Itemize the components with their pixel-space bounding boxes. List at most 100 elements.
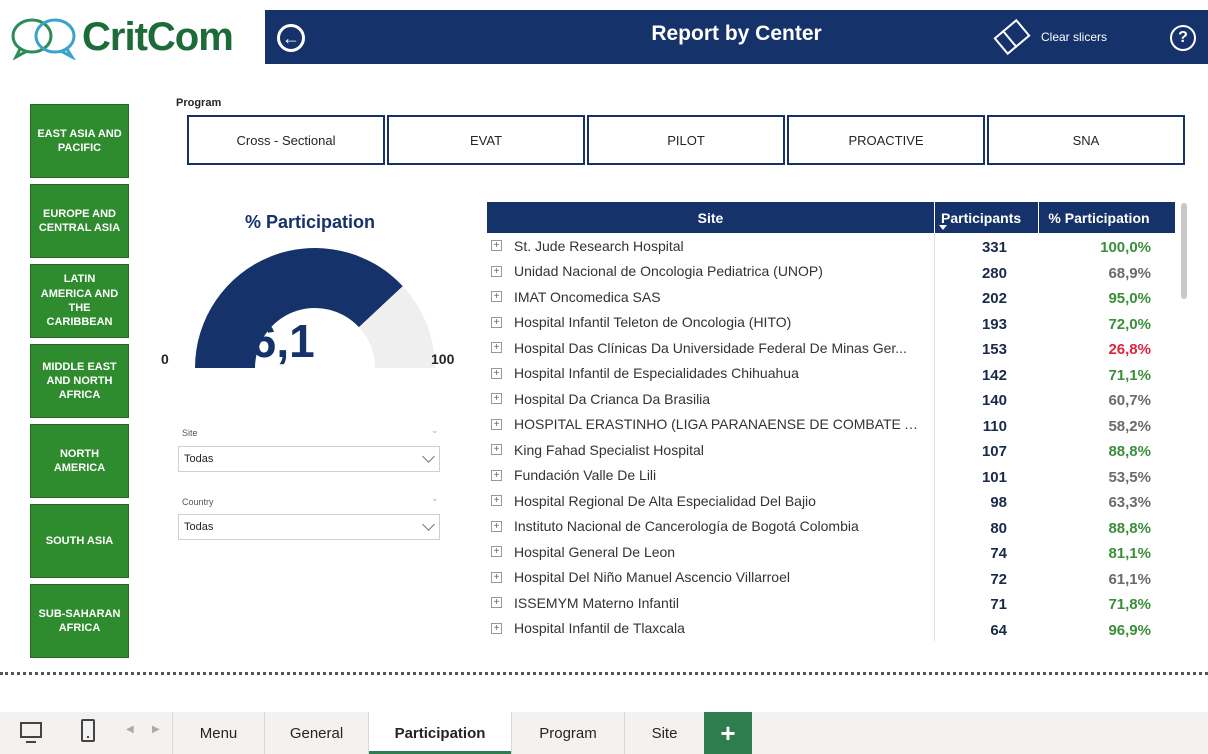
desktop-view-icon[interactable] (20, 722, 42, 743)
program-button-sna[interactable]: SNA (987, 115, 1185, 165)
critcom-logo: CritCom (10, 12, 255, 62)
table-row[interactable]: + Hospital Infantil de Especialidades Chi… (487, 360, 1175, 386)
clear-slicers-button[interactable]: Clear slicers (993, 18, 1107, 56)
table-row[interactable]: + Hospital Infantil Teleton de Oncologia … (487, 309, 1175, 335)
expand-icon[interactable]: + (491, 418, 502, 430)
participants-cell: 202 (981, 290, 1007, 308)
participation-cell: 58,2% (1108, 417, 1151, 435)
site-name: HOSPITAL ERASTINHO (LIGA PARANAENSE DE C… (514, 416, 924, 433)
site-cell: + ISSEMYM Materno Infantil (487, 590, 935, 616)
site-filter-dropdown[interactable]: Todas (178, 446, 440, 472)
eraser-icon (993, 18, 1031, 56)
mobile-view-icon[interactable] (81, 719, 95, 742)
site-filter-collapse-icon[interactable]: ⌄ (431, 425, 439, 436)
site-cell: + St. Jude Research Hospital (487, 233, 935, 259)
table-row[interactable]: + Hospital General De Leon 74 81,1% (487, 539, 1175, 565)
expand-icon[interactable]: + (491, 546, 502, 558)
expand-icon[interactable]: + (491, 571, 502, 583)
site-cell: + Fundación Valle De Lili (487, 462, 935, 488)
participation-cell: 100,0% (1100, 239, 1151, 257)
table-row[interactable]: + Hospital Regional De Alta Especialidad … (487, 488, 1175, 514)
table-row[interactable]: + IMAT Oncomedica SAS 202 95,0% (487, 284, 1175, 310)
table-row[interactable]: + King Fahad Specialist Hospital 107 88,8% (487, 437, 1175, 463)
region-button-europe-central-asia[interactable]: EUROPE AND CENTRAL ASIA (30, 184, 129, 258)
table-row[interactable]: + ISSEMYM Materno Infantil 71 71,8% (487, 590, 1175, 616)
scroll-right-icon[interactable]: ▶ (152, 724, 160, 735)
table-row[interactable]: + Hospital Del Niño Manuel Ascencio Villa… (487, 564, 1175, 590)
table-row[interactable]: + Hospital Infantil de Tlaxcala 64 96,9% (487, 615, 1175, 641)
column-header-site[interactable]: Site (487, 202, 935, 233)
country-filter-label: Country (182, 497, 214, 507)
participation-cell: 96,9% (1108, 621, 1151, 639)
region-button-north-america[interactable]: NORTH AMERICA (30, 424, 129, 498)
site-cell: + Hospital Infantil de Especialidades Chi… (487, 360, 935, 386)
participants-cell: 140 (981, 392, 1007, 410)
table-scrollbar[interactable] (1181, 203, 1187, 299)
gauge-max-label: 100 (431, 351, 455, 367)
table-row[interactable]: + Unidad Nacional de Oncologia Pediatrica… (487, 258, 1175, 284)
region-button-east-asia-pacific[interactable]: EAST ASIA AND PACIFIC (30, 104, 129, 178)
participation-cell: 26,8% (1108, 341, 1151, 359)
region-button-middle-east[interactable]: MIDDLE EAST AND NORTH AFRICA (30, 344, 129, 418)
site-name: Instituto Nacional de Cancerología de Bo… (514, 518, 859, 535)
program-slicer: Cross - Sectional EVAT PILOT PROACTIVE S… (187, 115, 1187, 165)
column-header-participation[interactable]: % Participation (1039, 202, 1159, 233)
expand-icon[interactable]: + (491, 342, 502, 354)
program-slicer-label: Program (176, 97, 222, 109)
table-body: + St. Jude Research Hospital 331 100,0% + Uni… (487, 233, 1175, 641)
country-filter-collapse-icon[interactable]: ⌄ (431, 493, 439, 504)
add-page-button[interactable]: + (704, 712, 752, 754)
table-row[interactable]: + Hospital Da Crianca Da Brasilia 140 60,7% (487, 386, 1175, 412)
site-table: Site Participants % Participation + St. J… (487, 202, 1175, 642)
scroll-left-icon[interactable]: ◀ (126, 724, 134, 735)
region-button-sub-saharan-africa[interactable]: SUB-SAHARAN AFRICA (30, 584, 129, 658)
tab-menu[interactable]: Menu (172, 712, 264, 754)
tab-site[interactable]: Site (624, 712, 704, 754)
region-button-latin-america[interactable]: LATIN AMERICA AND THE CARIBBEAN (30, 264, 129, 338)
participants-cell: 74 (990, 545, 1007, 563)
expand-icon[interactable]: + (491, 520, 502, 532)
page-tab-bar: ◀ ▶ Menu General Participation Program S… (0, 712, 1208, 754)
region-button-south-asia[interactable]: SOUTH ASIA (30, 504, 129, 578)
participants-header-label: Participants (941, 209, 1022, 226)
expand-icon[interactable]: + (491, 469, 502, 481)
expand-icon[interactable]: + (491, 316, 502, 328)
expand-icon[interactable]: + (491, 444, 502, 456)
tab-participation[interactable]: Participation (368, 712, 511, 754)
expand-icon[interactable]: + (491, 622, 502, 634)
site-cell: + HOSPITAL ERASTINHO (LIGA PARANAENSE DE … (487, 411, 935, 437)
expand-icon[interactable]: + (491, 265, 502, 277)
site-cell: + Hospital General De Leon (487, 539, 935, 565)
program-button-proactive[interactable]: PROACTIVE (787, 115, 985, 165)
participation-cell: 95,0% (1108, 290, 1151, 308)
site-name: ISSEMYM Materno Infantil (514, 594, 679, 611)
program-button-cross-sectional[interactable]: Cross - Sectional (187, 115, 385, 165)
help-icon[interactable]: ? (1170, 25, 1196, 51)
tab-program[interactable]: Program (511, 712, 624, 754)
expand-icon[interactable]: + (491, 240, 502, 252)
column-header-participants[interactable]: Participants (935, 202, 1039, 233)
region-slicer: EAST ASIA AND PACIFIC EUROPE AND CENTRAL… (30, 104, 129, 664)
participants-cell: 98 (990, 494, 1007, 512)
tab-general[interactable]: General (264, 712, 368, 754)
participants-cell: 280 (981, 264, 1007, 282)
table-row[interactable]: + Instituto Nacional de Cancerología de B… (487, 513, 1175, 539)
expand-icon[interactable]: + (491, 291, 502, 303)
table-row[interactable]: + HOSPITAL ERASTINHO (LIGA PARANAENSE DE … (487, 411, 1175, 437)
expand-icon[interactable]: + (491, 393, 502, 405)
program-button-pilot[interactable]: PILOT (587, 115, 785, 165)
program-button-evat[interactable]: EVAT (387, 115, 585, 165)
table-row[interactable]: + Hospital Das Clínicas Da Universidade F… (487, 335, 1175, 361)
participation-cell: 71,1% (1108, 366, 1151, 384)
participants-cell: 101 (981, 468, 1007, 486)
participants-cell: 193 (981, 315, 1007, 333)
site-filter-label: Site (182, 428, 198, 438)
country-filter-dropdown[interactable]: Todas (178, 514, 440, 540)
table-row[interactable]: + Fundación Valle De Lili 101 53,5% (487, 462, 1175, 488)
table-row[interactable]: + St. Jude Research Hospital 331 100,0% (487, 233, 1175, 259)
table-header: Site Participants % Participation (487, 202, 1175, 233)
expand-icon[interactable]: + (491, 495, 502, 507)
site-cell: + Hospital Infantil Teleton de Oncologia … (487, 309, 935, 335)
expand-icon[interactable]: + (491, 367, 502, 379)
expand-icon[interactable]: + (491, 597, 502, 609)
